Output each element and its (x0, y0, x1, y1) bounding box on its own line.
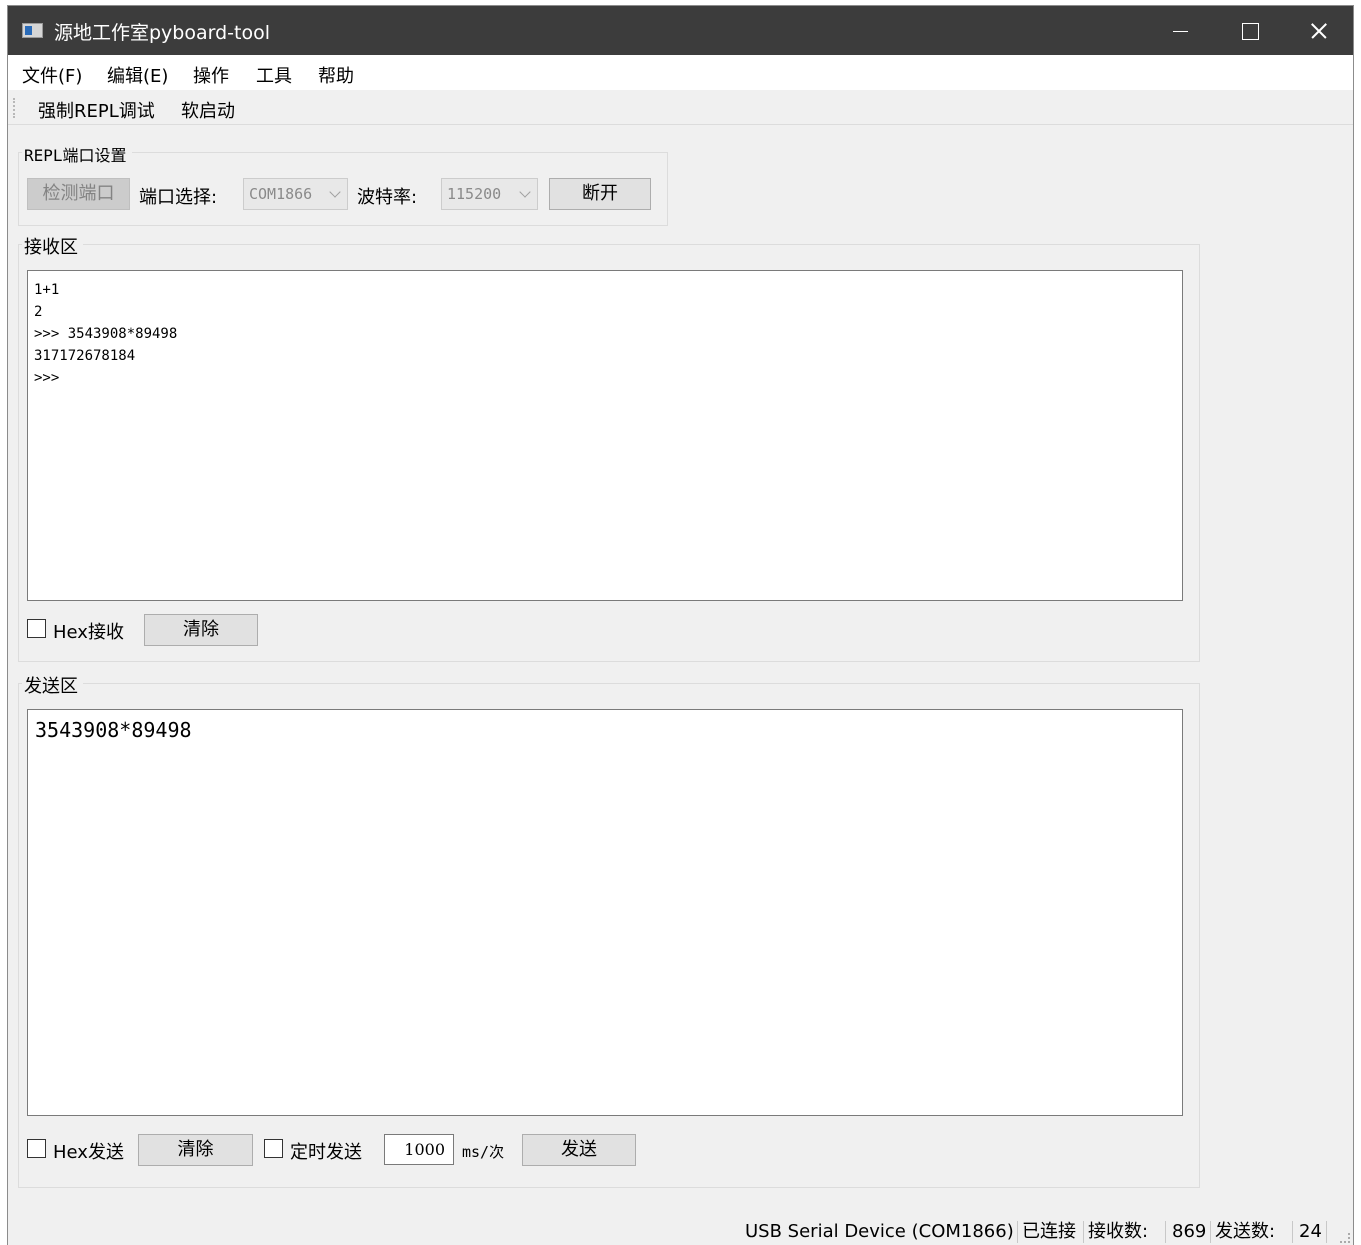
chevron-down-icon (329, 186, 341, 198)
menu-tools[interactable]: 工具 (256, 62, 292, 88)
receive-line: 317172678184 (34, 348, 136, 364)
hex-receive-checkbox[interactable] (27, 619, 46, 638)
timer-send-checkbox[interactable] (264, 1139, 283, 1158)
status-send-count: 24 (1299, 1221, 1322, 1242)
receive-textarea[interactable]: 1+1 2 >>> 3543908*89498 317172678184 >>> (27, 270, 1183, 601)
baud-rate-select[interactable]: 115200 (441, 178, 538, 210)
resize-grip-icon[interactable] (1340, 1233, 1350, 1243)
hex-send-checkbox[interactable] (27, 1139, 46, 1158)
close-icon[interactable] (1284, 6, 1353, 55)
menu-bar: 文件(F) 编辑(E) 操作 工具 帮助 (8, 55, 1353, 90)
port-select-value: COM1866 (249, 185, 313, 203)
send-textarea[interactable]: 3543908*89498 (27, 709, 1183, 1116)
hex-send-label: Hex发送 (53, 1142, 124, 1163)
detect-port-button[interactable]: 检测端口 (27, 178, 130, 210)
toolbar-grip-icon[interactable] (13, 98, 16, 118)
status-divider (1165, 1221, 1166, 1243)
minimize-icon[interactable] (1146, 6, 1215, 55)
receive-clear-button[interactable]: 清除 (144, 614, 258, 646)
receive-line: >>> (34, 370, 60, 386)
receive-title: 接收区 (22, 233, 83, 259)
status-bar: USB Serial Device (COM1866) 已连接 接收数: 869… (8, 1218, 1353, 1245)
disconnect-button[interactable]: 断开 (549, 178, 651, 210)
menu-operation[interactable]: 操作 (193, 62, 229, 88)
send-button[interactable]: 发送 (522, 1134, 636, 1166)
force-repl-button[interactable]: 强制REPL调试 (38, 97, 155, 123)
app-icon (22, 23, 43, 38)
port-select-label: 端口选择: (139, 187, 218, 208)
receive-line: 2 (34, 304, 43, 320)
port-settings-title: REPL端口设置 (22, 142, 132, 166)
receive-line: 1+1 (34, 282, 60, 298)
toolbar: 强制REPL调试 软启动 (8, 90, 1353, 125)
hex-receive-label-text: Hex接收 (53, 622, 124, 643)
status-device: USB Serial Device (COM1866) (745, 1221, 1014, 1242)
baud-rate-label: 波特率: (357, 187, 418, 208)
status-divider (1210, 1221, 1211, 1243)
title-bar[interactable]: 源地工作室pyboard-tool (8, 6, 1353, 55)
status-recv-count: 869 (1172, 1221, 1207, 1242)
menu-help[interactable]: 帮助 (318, 62, 354, 88)
status-divider (1083, 1221, 1084, 1243)
interval-input[interactable]: 1000 (384, 1134, 454, 1165)
soft-reboot-button[interactable]: 软启动 (181, 97, 235, 123)
status-divider (1017, 1221, 1018, 1243)
send-title: 发送区 (22, 672, 83, 698)
interval-unit-label: ms/次 (462, 1143, 505, 1161)
status-send-label: 发送数: (1215, 1221, 1276, 1242)
receive-line: >>> 3543908*89498 (34, 326, 178, 342)
baud-rate-value: 115200 (447, 185, 502, 203)
window-title: 源地工作室pyboard-tool (54, 22, 271, 44)
hex-receive-label: Hex接收 (53, 618, 124, 644)
status-divider (1292, 1221, 1293, 1243)
timer-send-label: 定时发送 (290, 1142, 362, 1163)
send-text: 3543908*89498 (35, 718, 192, 742)
main-window: 源地工作室pyboard-tool 文件(F) 编辑(E) 操作 工具 帮助 强… (7, 5, 1354, 1245)
menu-edit[interactable]: 编辑(E) (107, 62, 168, 88)
chevron-down-icon (519, 186, 531, 198)
menu-file[interactable]: 文件(F) (22, 62, 82, 88)
status-divider (1326, 1221, 1327, 1243)
status-connection: 已连接 (1022, 1221, 1076, 1242)
send-clear-button[interactable]: 清除 (138, 1134, 253, 1166)
port-select[interactable]: COM1866 (243, 178, 348, 210)
maximize-icon[interactable] (1215, 6, 1284, 55)
status-recv-label: 接收数: (1088, 1221, 1149, 1242)
